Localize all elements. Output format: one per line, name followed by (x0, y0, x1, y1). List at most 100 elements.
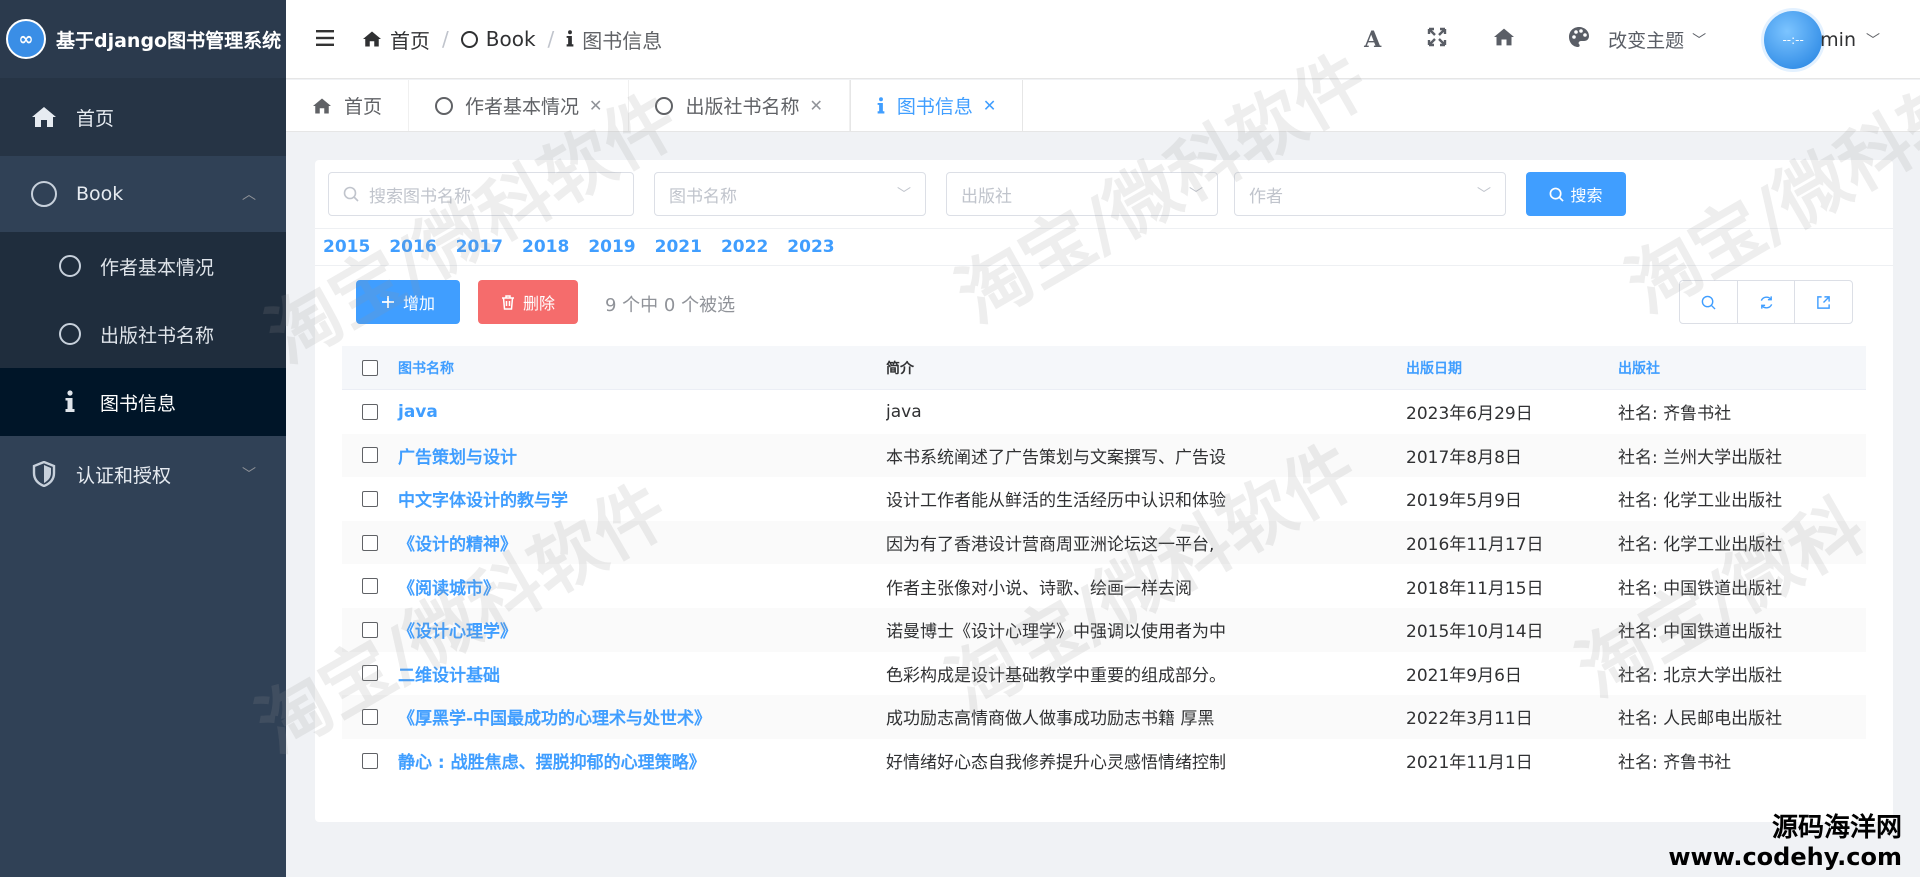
publisher-name: 社名: 齐鲁书社 (1618, 753, 1732, 774)
book-name-link[interactable]: 中文字体设计的教与学 (398, 486, 886, 511)
row-checkbox-cell (342, 621, 398, 638)
year-link[interactable]: 2022 (721, 237, 768, 257)
row-checkbox[interactable] (362, 534, 378, 551)
tab-books[interactable]: 图书信息 ✕ (849, 80, 1024, 131)
row-checkbox-cell (342, 708, 398, 725)
sidebar-item-authors[interactable]: 作者基本情况 (0, 232, 286, 300)
row-checkbox[interactable] (362, 447, 378, 464)
row-checkbox[interactable] (362, 621, 378, 638)
font-size-icon[interactable]: A (1364, 27, 1381, 53)
book-name-select[interactable]: 图书名称 ﹀ (654, 172, 926, 216)
circle-icon (435, 96, 454, 115)
author-select[interactable]: 作者 ﹀ (1234, 172, 1506, 216)
tab-label: 作者基本情况 (465, 96, 580, 118)
book-name-link[interactable]: java (398, 402, 886, 422)
select-all-checkbox[interactable] (362, 359, 378, 376)
home-icon[interactable] (1493, 27, 1515, 53)
sidebar-item-books[interactable]: 图书信息 (0, 368, 286, 436)
brand: ∞ 基于django图书管理系统 (0, 0, 286, 78)
year-link[interactable]: 2021 (655, 237, 702, 257)
home-icon (362, 30, 382, 48)
search-button[interactable]: 搜索 (1526, 172, 1626, 216)
add-button[interactable]: 增加 (356, 280, 460, 324)
publish-date: 2022年3月11日 (1406, 709, 1533, 730)
column-header-publisher[interactable]: 出版社 (1618, 358, 1866, 378)
avatar: --:-- (1764, 10, 1823, 69)
sidebar-item-home[interactable]: 首页 (0, 78, 286, 156)
row-checkbox-cell (342, 578, 398, 595)
year-link[interactable]: 2019 (588, 237, 635, 257)
search-icon[interactable] (1680, 281, 1738, 323)
tab-authors[interactable]: 作者基本情况 ✕ (409, 80, 630, 131)
book-name-link[interactable]: 广告策划与设计 (398, 443, 886, 468)
fullscreen-icon[interactable] (1427, 27, 1447, 53)
publisher-name: 社名: 齐鲁书社 (1618, 404, 1732, 425)
publisher-name: 社名: 化学工业出版社 (1618, 535, 1783, 556)
column-header-name[interactable]: 图书名称 (398, 358, 886, 378)
breadcrumb-item-current: 图书信息 (566, 25, 662, 54)
hamburger-icon[interactable] (316, 25, 336, 53)
book-desc: 好情绪好心态自我修养提升心灵感悟情绪控制 (886, 753, 1226, 774)
chevron-down-icon: ﹀ (897, 187, 911, 203)
column-header-desc: 简介 (886, 360, 914, 377)
year-link[interactable]: 2023 (787, 237, 834, 257)
column-header-date[interactable]: 出版日期 (1406, 358, 1618, 378)
publisher-name: 社名: 兰州大学出版社 (1618, 447, 1783, 468)
year-link[interactable]: 2016 (389, 237, 436, 257)
selection-info: 9 个中 0 个被选 (605, 295, 736, 316)
book-desc: java (886, 401, 922, 422)
search-input[interactable]: 搜索图书名称 (328, 172, 634, 216)
breadcrumb-item-home[interactable]: 首页 (362, 25, 430, 54)
book-name-link[interactable]: 《设计心理学》 (398, 617, 886, 642)
close-icon[interactable]: ✕ (589, 96, 602, 115)
sidebar-item-label: 图书信息 (100, 392, 177, 415)
breadcrumb-item-book[interactable]: Book (460, 27, 536, 51)
sidebar-group-auth[interactable]: 认证和授权 ﹀ (0, 436, 286, 512)
filter-bar: 搜索图书名称 图书名称 ﹀ 出版社 ﹀ 作者 ﹀ 搜索 (328, 172, 1828, 216)
corner-watermark-line2: www.codehy.com (1668, 843, 1902, 871)
book-name-link[interactable]: 《设计的精神》 (398, 530, 886, 555)
export-icon[interactable] (1795, 281, 1852, 323)
publish-date: 2018年11月15日 (1406, 578, 1544, 599)
publisher-select[interactable]: 出版社 ﹀ (946, 172, 1218, 216)
sidebar-item-publishers[interactable]: 出版社书名称 (0, 300, 286, 368)
row-checkbox[interactable] (362, 578, 378, 595)
year-link[interactable]: 2017 (456, 237, 503, 257)
book-name-link[interactable]: 《阅读城市》 (398, 574, 886, 599)
circle-icon (460, 30, 478, 48)
book-desc: 设计工作者能从鲜活的生活经历中认识和体验 (886, 491, 1226, 512)
tab-label: 出版社书名称 (685, 96, 800, 118)
sidebar-group-book[interactable]: Book ︿ (0, 156, 286, 232)
theme-dropdown[interactable]: 改变主题 ﹀ (1568, 26, 1706, 53)
tab-home[interactable]: 首页 (286, 80, 410, 131)
book-name-link[interactable]: 静心 : 战胜焦虑、摆脱抑郁的心理策略》 (398, 748, 886, 773)
chevron-down-icon: ﹀ (1477, 187, 1491, 203)
publish-date: 2017年8月8日 (1406, 447, 1522, 468)
circle-icon (58, 322, 82, 346)
user-menu[interactable]: --:-- min ﹀ (1764, 10, 1880, 69)
row-checkbox-cell (342, 447, 398, 464)
shield-icon (30, 460, 58, 488)
row-checkbox[interactable] (362, 708, 378, 725)
refresh-icon[interactable] (1738, 281, 1796, 323)
delete-button-label: 删除 (522, 294, 555, 313)
book-name-link[interactable]: 二维设计基础 (398, 661, 886, 686)
row-checkbox[interactable] (362, 490, 378, 507)
year-link[interactable]: 2018 (522, 237, 569, 257)
row-checkbox[interactable] (362, 752, 378, 769)
sidebar-group-label: 认证和授权 (76, 464, 172, 487)
publish-date: 2021年11月1日 (1406, 753, 1533, 774)
year-link[interactable]: 2015 (323, 237, 370, 257)
row-checkbox[interactable] (362, 665, 378, 682)
breadcrumb-label: Book (485, 27, 536, 51)
book-name-link[interactable]: 《厚黑学-中国最成功的心理术与处世术》 (398, 704, 886, 729)
breadcrumb-label: 图书信息 (582, 28, 663, 53)
sidebar-group-label: Book (76, 183, 124, 205)
table-row: 广告策划与设计 本书系统阐述了广告策划与文案撰写、广告设 2017年8月8日 社名: … (342, 433, 1866, 478)
close-icon[interactable]: ✕ (809, 96, 822, 115)
tab-publishers[interactable]: 出版社书名称 ✕ (629, 80, 850, 131)
delete-button[interactable]: 删除 (478, 280, 578, 324)
row-checkbox[interactable] (362, 403, 378, 420)
close-icon[interactable]: ✕ (983, 96, 996, 115)
chevron-down-icon: ﹀ (1189, 187, 1203, 203)
